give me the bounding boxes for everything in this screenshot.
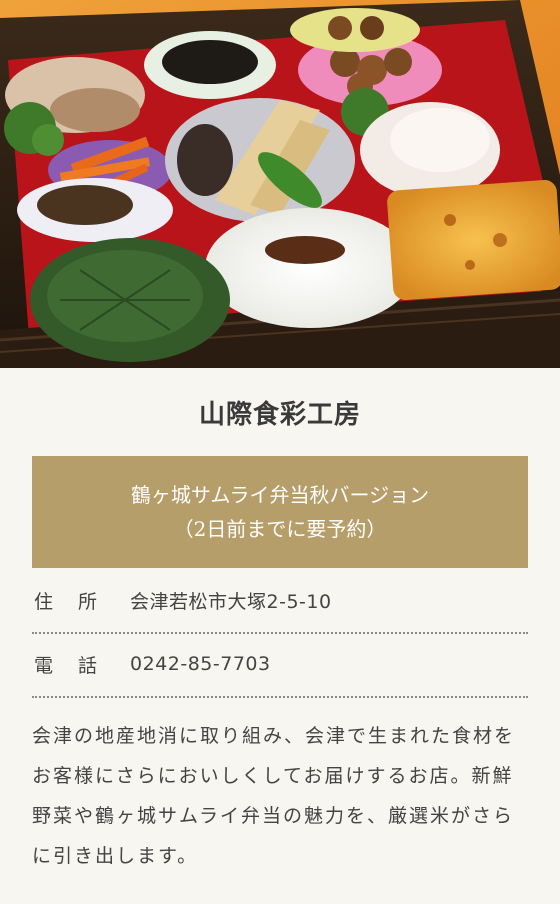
shop-description: 会津の地産地消に取り組み、会津で生まれた食材をお客様にさらにおいしくしてお届けす… <box>32 725 516 867</box>
shop-card: 山際食彩工房 鶴ヶ城サムライ弁当秋バージョン （2日前までに要予約） 住 所 会… <box>0 0 560 904</box>
bento-photo <box>0 0 560 368</box>
phone-value[interactable]: 0242-85-7703 <box>130 653 271 675</box>
shop-name: 山際食彩工房 <box>198 400 361 430</box>
menu-note: （2日前までに要予約） <box>173 517 387 541</box>
phone-row: 電 話 0242-85-7703 <box>32 632 528 698</box>
address-value: 会津若松市大塚2-5-10 <box>130 590 332 613</box>
address-row: 住 所 会津若松市大塚2-5-10 <box>32 568 528 634</box>
menu-banner: 鶴ヶ城サムライ弁当秋バージョン （2日前までに要予約） <box>32 456 528 568</box>
menu-title: 鶴ヶ城サムライ弁当秋バージョン <box>130 483 430 507</box>
phone-label: 電 話 <box>34 654 101 677</box>
address-label: 住 所 <box>34 590 101 613</box>
